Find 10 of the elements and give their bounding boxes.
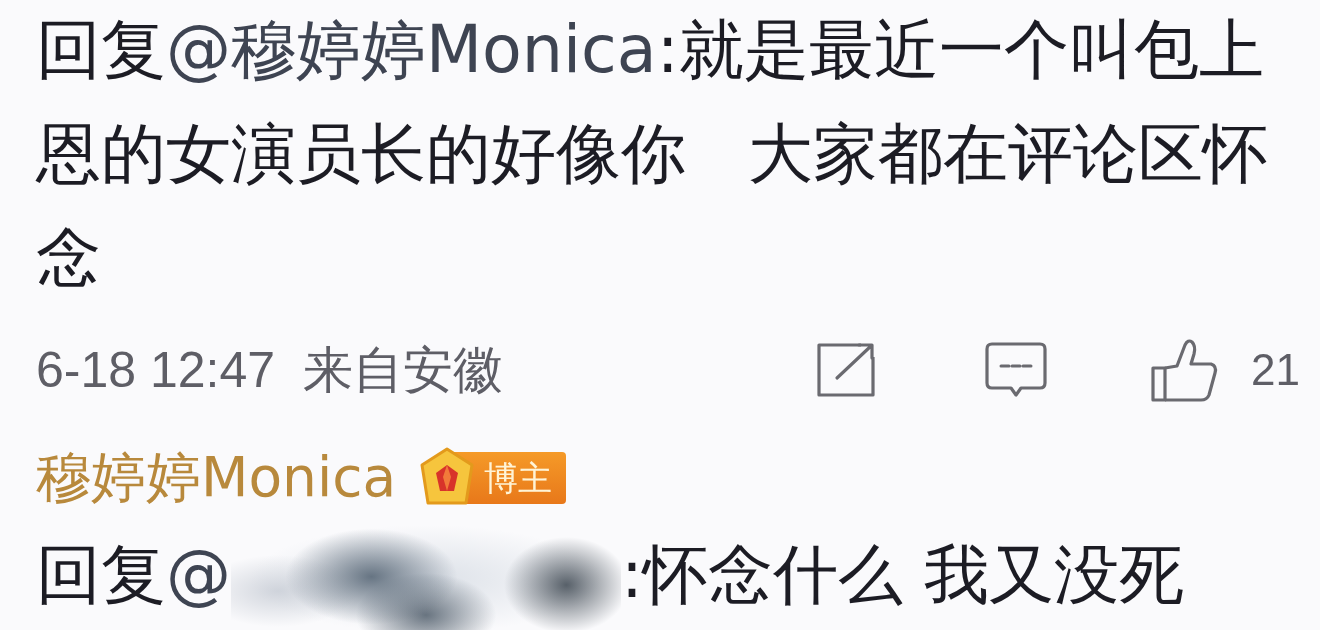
mention-link[interactable]: @ bbox=[166, 537, 231, 612]
comment-text: 回复@穆婷婷Monica:就是最近一个叫包上恩的女演员长的好像你 大家都在评论区怀念 bbox=[36, 11, 1269, 297]
comment-time: 6-18 12:47 bbox=[36, 341, 276, 399]
thumbs-up-icon[interactable] bbox=[1151, 338, 1220, 402]
comment-icon[interactable] bbox=[985, 342, 1048, 398]
comment-text: 回复@ :怀念什么 我又没死 bbox=[36, 530, 1300, 624]
share-icon[interactable] bbox=[815, 342, 878, 398]
like-count: 21 bbox=[1251, 345, 1300, 395]
mention-link[interactable]: @穆婷婷Monica bbox=[166, 12, 657, 87]
comment-location: 来自安徽 bbox=[303, 340, 504, 400]
